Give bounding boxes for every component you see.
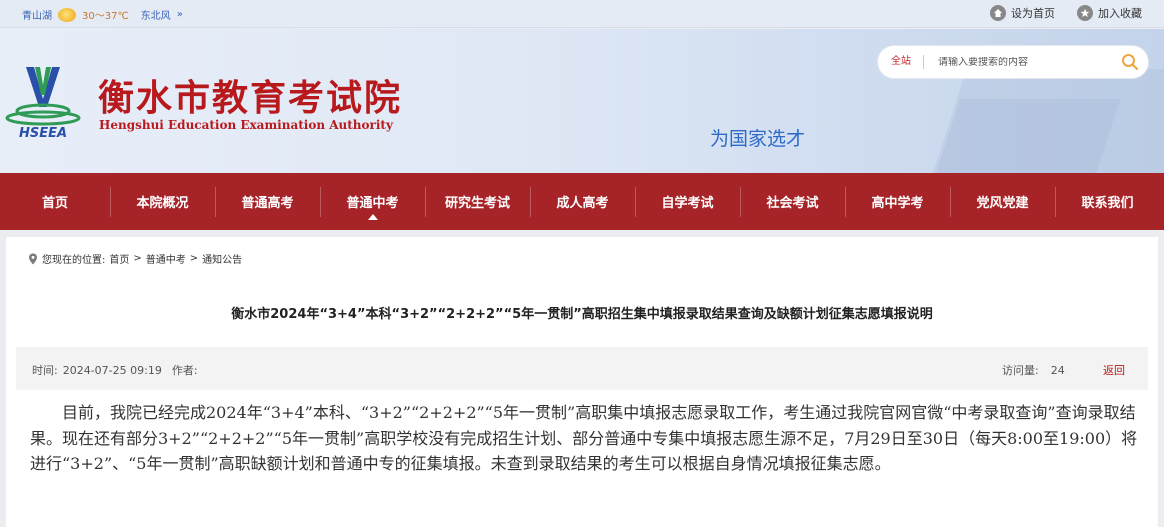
- location-pin-icon: [29, 253, 37, 264]
- set-homepage-label: 设为首页: [1011, 7, 1055, 20]
- breadcrumb-home[interactable]: 首页: [109, 251, 129, 266]
- logo-text: HSEEA: [19, 126, 67, 139]
- breadcrumb-separator: >: [189, 253, 199, 264]
- nav-item-contact[interactable]: 联系我们: [1055, 173, 1160, 230]
- weather-city: 青山湖: [22, 11, 52, 22]
- nav-item-adult-exam[interactable]: 成人高考: [530, 173, 635, 230]
- home-icon: [990, 5, 1006, 21]
- article-meta-left: 时间: 2024-07-25 09:19 作者:: [32, 362, 203, 378]
- search-scope[interactable]: 全站: [878, 55, 924, 69]
- nav-item-about[interactable]: 本院概况: [110, 173, 215, 230]
- nav-item-academic-test[interactable]: 高中学考: [845, 173, 950, 230]
- breadcrumb-notices[interactable]: 通知公告: [202, 251, 242, 266]
- site-title-en: Hengshui Education Examination Authority: [99, 118, 393, 132]
- header-decoration-2: [927, 99, 1121, 173]
- sun-icon: [58, 7, 76, 22]
- time-label: 时间:: [32, 364, 58, 377]
- breadcrumb-separator: >: [133, 253, 142, 264]
- views-label: 访问量:: [1002, 364, 1039, 377]
- search-input[interactable]: [924, 56, 1112, 68]
- nav-item-social-exam[interactable]: 社会考试: [740, 173, 845, 230]
- back-button[interactable]: 返回: [1103, 362, 1125, 378]
- weather-temp: 30～37℃: [82, 11, 129, 22]
- add-favorite-label: 加入收藏: [1098, 7, 1142, 20]
- breadcrumb-zhongkao[interactable]: 普通中考: [146, 251, 186, 266]
- main-nav: 首页 本院概况 普通高考 普通中考 研究生考试 成人高考 自学考试 社会考试 高…: [0, 173, 1164, 230]
- article-title: 衡水市2024年“3+4”本科“3+2”“2+2+2”“5年一贯制”高职招生集中…: [231, 307, 933, 322]
- nav-item-home[interactable]: 首页: [0, 173, 110, 230]
- search-button[interactable]: [1112, 46, 1148, 78]
- site-title: 衡水市教育考试院: [98, 77, 403, 119]
- search-icon: [1122, 54, 1138, 70]
- search-box: 全站: [878, 46, 1148, 78]
- view-count: 访问量: 24: [1002, 362, 1065, 378]
- nav-item-party-building[interactable]: 党风党建: [950, 173, 1055, 230]
- article-meta: 时间: 2024-07-25 09:19 作者: 访问量: 24 返回: [16, 347, 1148, 390]
- publish-time: 2024-07-25 09:19: [62, 364, 162, 377]
- weather-wind: 东北风: [140, 11, 171, 22]
- breadcrumb: 您现在的位置: 首页 > 普通中考 > 通知公告: [28, 251, 242, 266]
- author-label: 作者:: [171, 364, 198, 377]
- top-bar: 青山湖 30～37℃ 东北风 » 设为首页 加入收藏: [0, 0, 1164, 28]
- nav-item-gaokao[interactable]: 普通高考: [215, 173, 320, 230]
- nav-item-graduate-exam[interactable]: 研究生考试: [425, 173, 530, 230]
- header-slogan: 为国家选才: [710, 128, 806, 150]
- star-icon: [1077, 5, 1093, 21]
- top-links: 设为首页 加入收藏: [990, 5, 1142, 21]
- article-card: 您现在的位置: 首页 > 普通中考 > 通知公告 衡水市2024年“3+4”本科…: [6, 237, 1158, 527]
- nav-item-zhongkao[interactable]: 普通中考: [320, 173, 425, 230]
- views-value: 24: [1050, 364, 1065, 377]
- site-header: HSEEA 衡水市教育考试院 Hengshui Education Examin…: [0, 29, 1164, 173]
- set-homepage-link[interactable]: 设为首页: [990, 5, 1055, 21]
- weather-widget: 青山湖 30～37℃ 东北风 »: [22, 7, 183, 22]
- article-body: 目前，我院已经完成2024年“3+4”本科、“3+2”“2+2+2”“5年一贯制…: [30, 403, 1138, 473]
- weather-more-icon[interactable]: »: [177, 9, 183, 20]
- breadcrumb-prefix: 您现在的位置:: [42, 255, 106, 266]
- add-favorite-link[interactable]: 加入收藏: [1077, 5, 1142, 21]
- nav-item-self-study-exam[interactable]: 自学考试: [635, 173, 740, 230]
- hseea-logo[interactable]: HSEEA: [4, 61, 82, 139]
